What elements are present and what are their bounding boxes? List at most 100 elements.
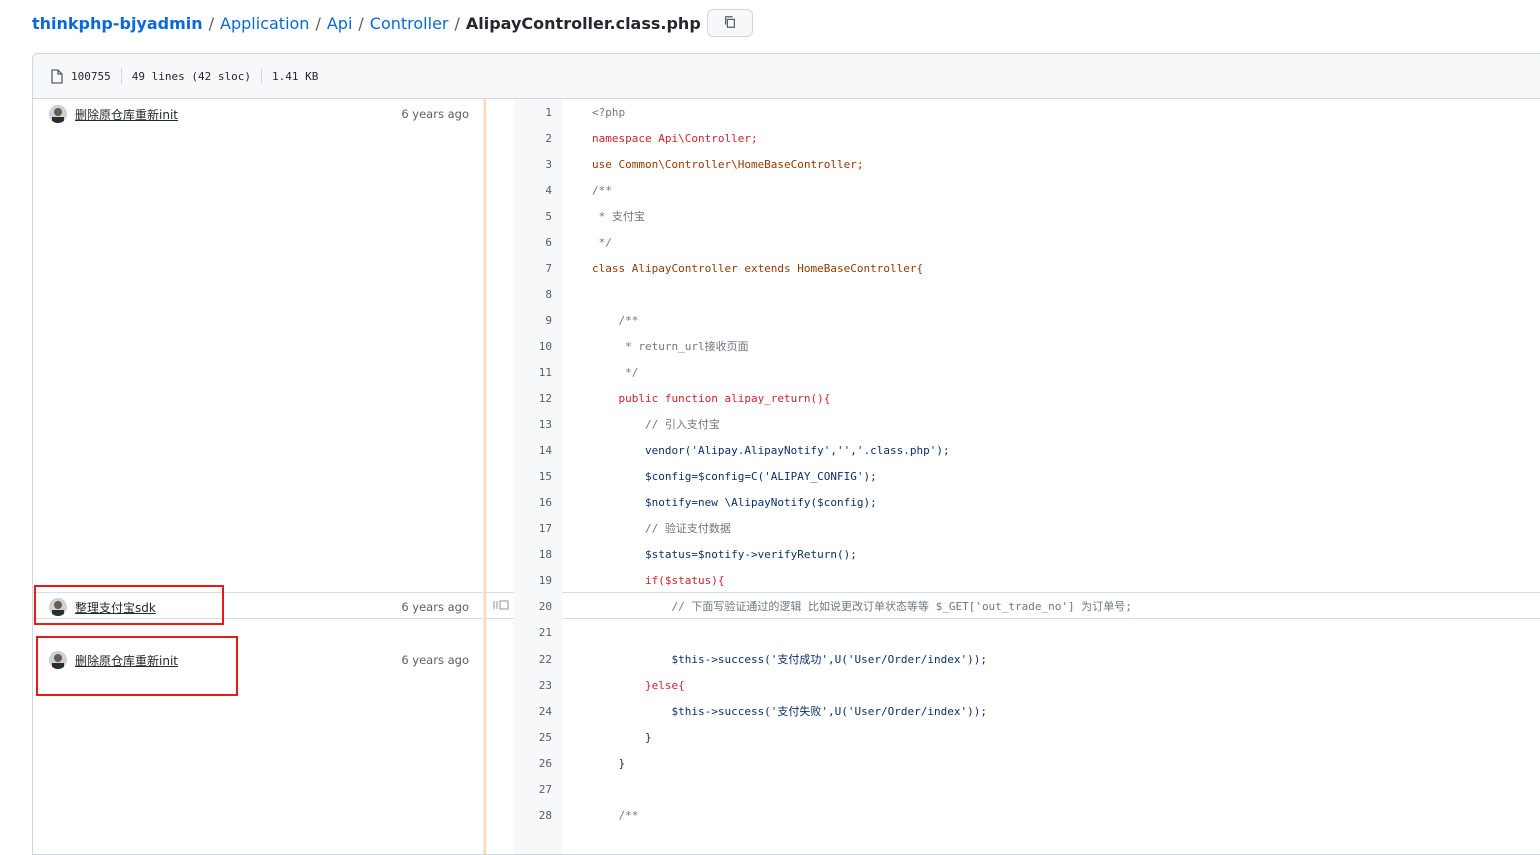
code-text: public function alipay_return(){ [592,391,831,405]
age-heat-bar [484,99,486,592]
line-number[interactable]: 12 [514,392,562,405]
age-heat-bar [484,618,486,854]
code-text: $config=$config=C('ALIPAY_CONFIG'); [592,469,877,483]
line-number[interactable]: 16 [514,496,562,509]
code-text: <?php [592,105,626,119]
code-text: $notify=new \AlipayNotify($config); [592,495,877,509]
line-number[interactable]: 1 [514,106,562,119]
breadcrumb-separator: / [315,13,321,33]
code-text: /** [592,183,612,197]
code-line: 26 } [514,750,1540,776]
code-line: 10 * return_url接收页面 [514,333,1540,359]
breadcrumb-separator: / [454,13,460,33]
code-line: 19 if($status){ [514,567,1540,593]
code-text: /** [592,808,639,822]
code-text: // 下面写验证通过的逻辑 比如说更改订单状态等等 $_GET['out_tra… [592,600,1132,613]
line-number[interactable]: 5 [514,210,562,223]
line-number[interactable]: 17 [514,522,562,535]
line-number[interactable]: 20 [514,600,562,613]
reblame-icon [493,600,509,613]
code-text: */ [592,235,612,249]
line-number[interactable]: 2 [514,132,562,145]
commit-age: 6 years ago [401,107,469,121]
code-line: 17 // 验证支付数据 [514,515,1540,541]
code-text: // 引入支付宝 [592,418,720,431]
line-number[interactable]: 4 [514,184,562,197]
breadcrumb-controller-link[interactable]: Controller [370,14,449,33]
line-number[interactable]: 26 [514,757,562,770]
line-number[interactable]: 25 [514,731,562,744]
breadcrumb-application-link[interactable]: Application [220,14,309,33]
breadcrumb-separator: / [358,13,364,33]
code-line: 9 /** [514,307,1540,333]
code-line: 2 namespace Api\Controller; [514,125,1540,151]
code-line: 27 [514,776,1540,802]
code-text: $this->success('支付失败',U('User/Order/inde… [592,705,987,718]
code-line: 14 vendor('Alipay.AlipayNotify','','.cla… [514,437,1540,463]
code-text: * return_url接收页面 [592,340,749,353]
code-line: 4 /** [514,177,1540,203]
code-text: * 支付宝 [592,210,645,223]
line-number[interactable]: 21 [514,626,562,639]
avatar[interactable] [49,105,67,123]
line-number[interactable]: 15 [514,470,562,483]
code-text: // 验证支付数据 [592,522,731,535]
code-line: 1 <?php [514,99,1540,125]
file-box: 100755 49 lines (42 sloc) 1.41 KB 删除原仓库重… [32,53,1540,855]
code-line: 25 } [514,724,1540,750]
code-text: $status=$notify->verifyReturn(); [592,547,857,561]
line-number[interactable]: 3 [514,158,562,171]
line-number[interactable]: 8 [514,288,562,301]
line-number[interactable]: 19 [514,574,562,587]
code-text: */ [592,365,639,379]
line-number[interactable]: 9 [514,314,562,327]
code-text: namespace Api\Controller; [592,131,758,145]
code-text: if($status){ [592,573,725,587]
line-number[interactable]: 13 [514,418,562,431]
copy-path-button[interactable] [706,9,753,37]
line-number[interactable]: 22 [514,653,562,666]
commit-age: 6 years ago [401,653,469,667]
code-line: 23 }else{ [514,672,1540,698]
code-line: 11 */ [514,359,1540,385]
line-number[interactable]: 11 [514,366,562,379]
annotation-highlight-box [36,636,238,696]
code-text: use Common\Controller\HomeBaseController… [592,157,864,171]
line-number[interactable]: 14 [514,444,562,457]
commit-message-link[interactable]: 删除原仓库重新init [75,106,401,123]
code-line: 18 $status=$notify->verifyReturn(); [514,541,1540,567]
code-line: 8 [514,281,1540,307]
file-icon [51,68,63,84]
code-text: class AlipayController extends HomeBaseC… [592,261,924,275]
line-number[interactable]: 28 [514,809,562,822]
code-line: 6 */ [514,229,1540,255]
file-mode: 100755 [71,69,111,83]
code-text: } [592,730,652,744]
reblame-button[interactable] [491,592,513,618]
code-line: 15 $config=$config=C('ALIPAY_CONFIG'); [514,463,1540,489]
code-line: 20 // 下面写验证通过的逻辑 比如说更改订单状态等等 $_GET['out_… [514,593,1540,619]
line-number[interactable]: 24 [514,705,562,718]
code-line: 16 $notify=new \AlipayNotify($config); [514,489,1540,515]
code-line: 21 [514,619,1540,645]
file-info-bar: 100755 49 lines (42 sloc) 1.41 KB [33,54,1540,99]
line-number[interactable]: 18 [514,548,562,561]
line-number[interactable]: 7 [514,262,562,275]
line-number[interactable]: 10 [514,340,562,353]
code-line: 12 public function alipay_return(){ [514,385,1540,411]
breadcrumb: thinkphp-bjyadmin / Application / Api / … [32,9,753,37]
copy-icon [723,14,737,33]
code-line: 24 $this->success('支付失败',U('User/Order/i… [514,698,1540,724]
commit-column: 删除原仓库重新init 6 years ago [33,99,484,592]
line-number[interactable]: 6 [514,236,562,249]
line-number[interactable]: 23 [514,679,562,692]
breadcrumb-separator: / [208,13,215,33]
code-text: $this->success('支付成功',U('User/Order/inde… [592,653,987,666]
breadcrumb-repo-link[interactable]: thinkphp-bjyadmin [32,14,203,33]
code-line: 22 $this->success('支付成功',U('User/Order/i… [514,646,1540,672]
breadcrumb-api-link[interactable]: Api [327,14,353,33]
breadcrumb-current-file: AlipayController.class.php [465,13,701,33]
line-number[interactable]: 27 [514,783,562,796]
code-line: 13 // 引入支付宝 [514,411,1540,437]
divider [120,68,122,84]
